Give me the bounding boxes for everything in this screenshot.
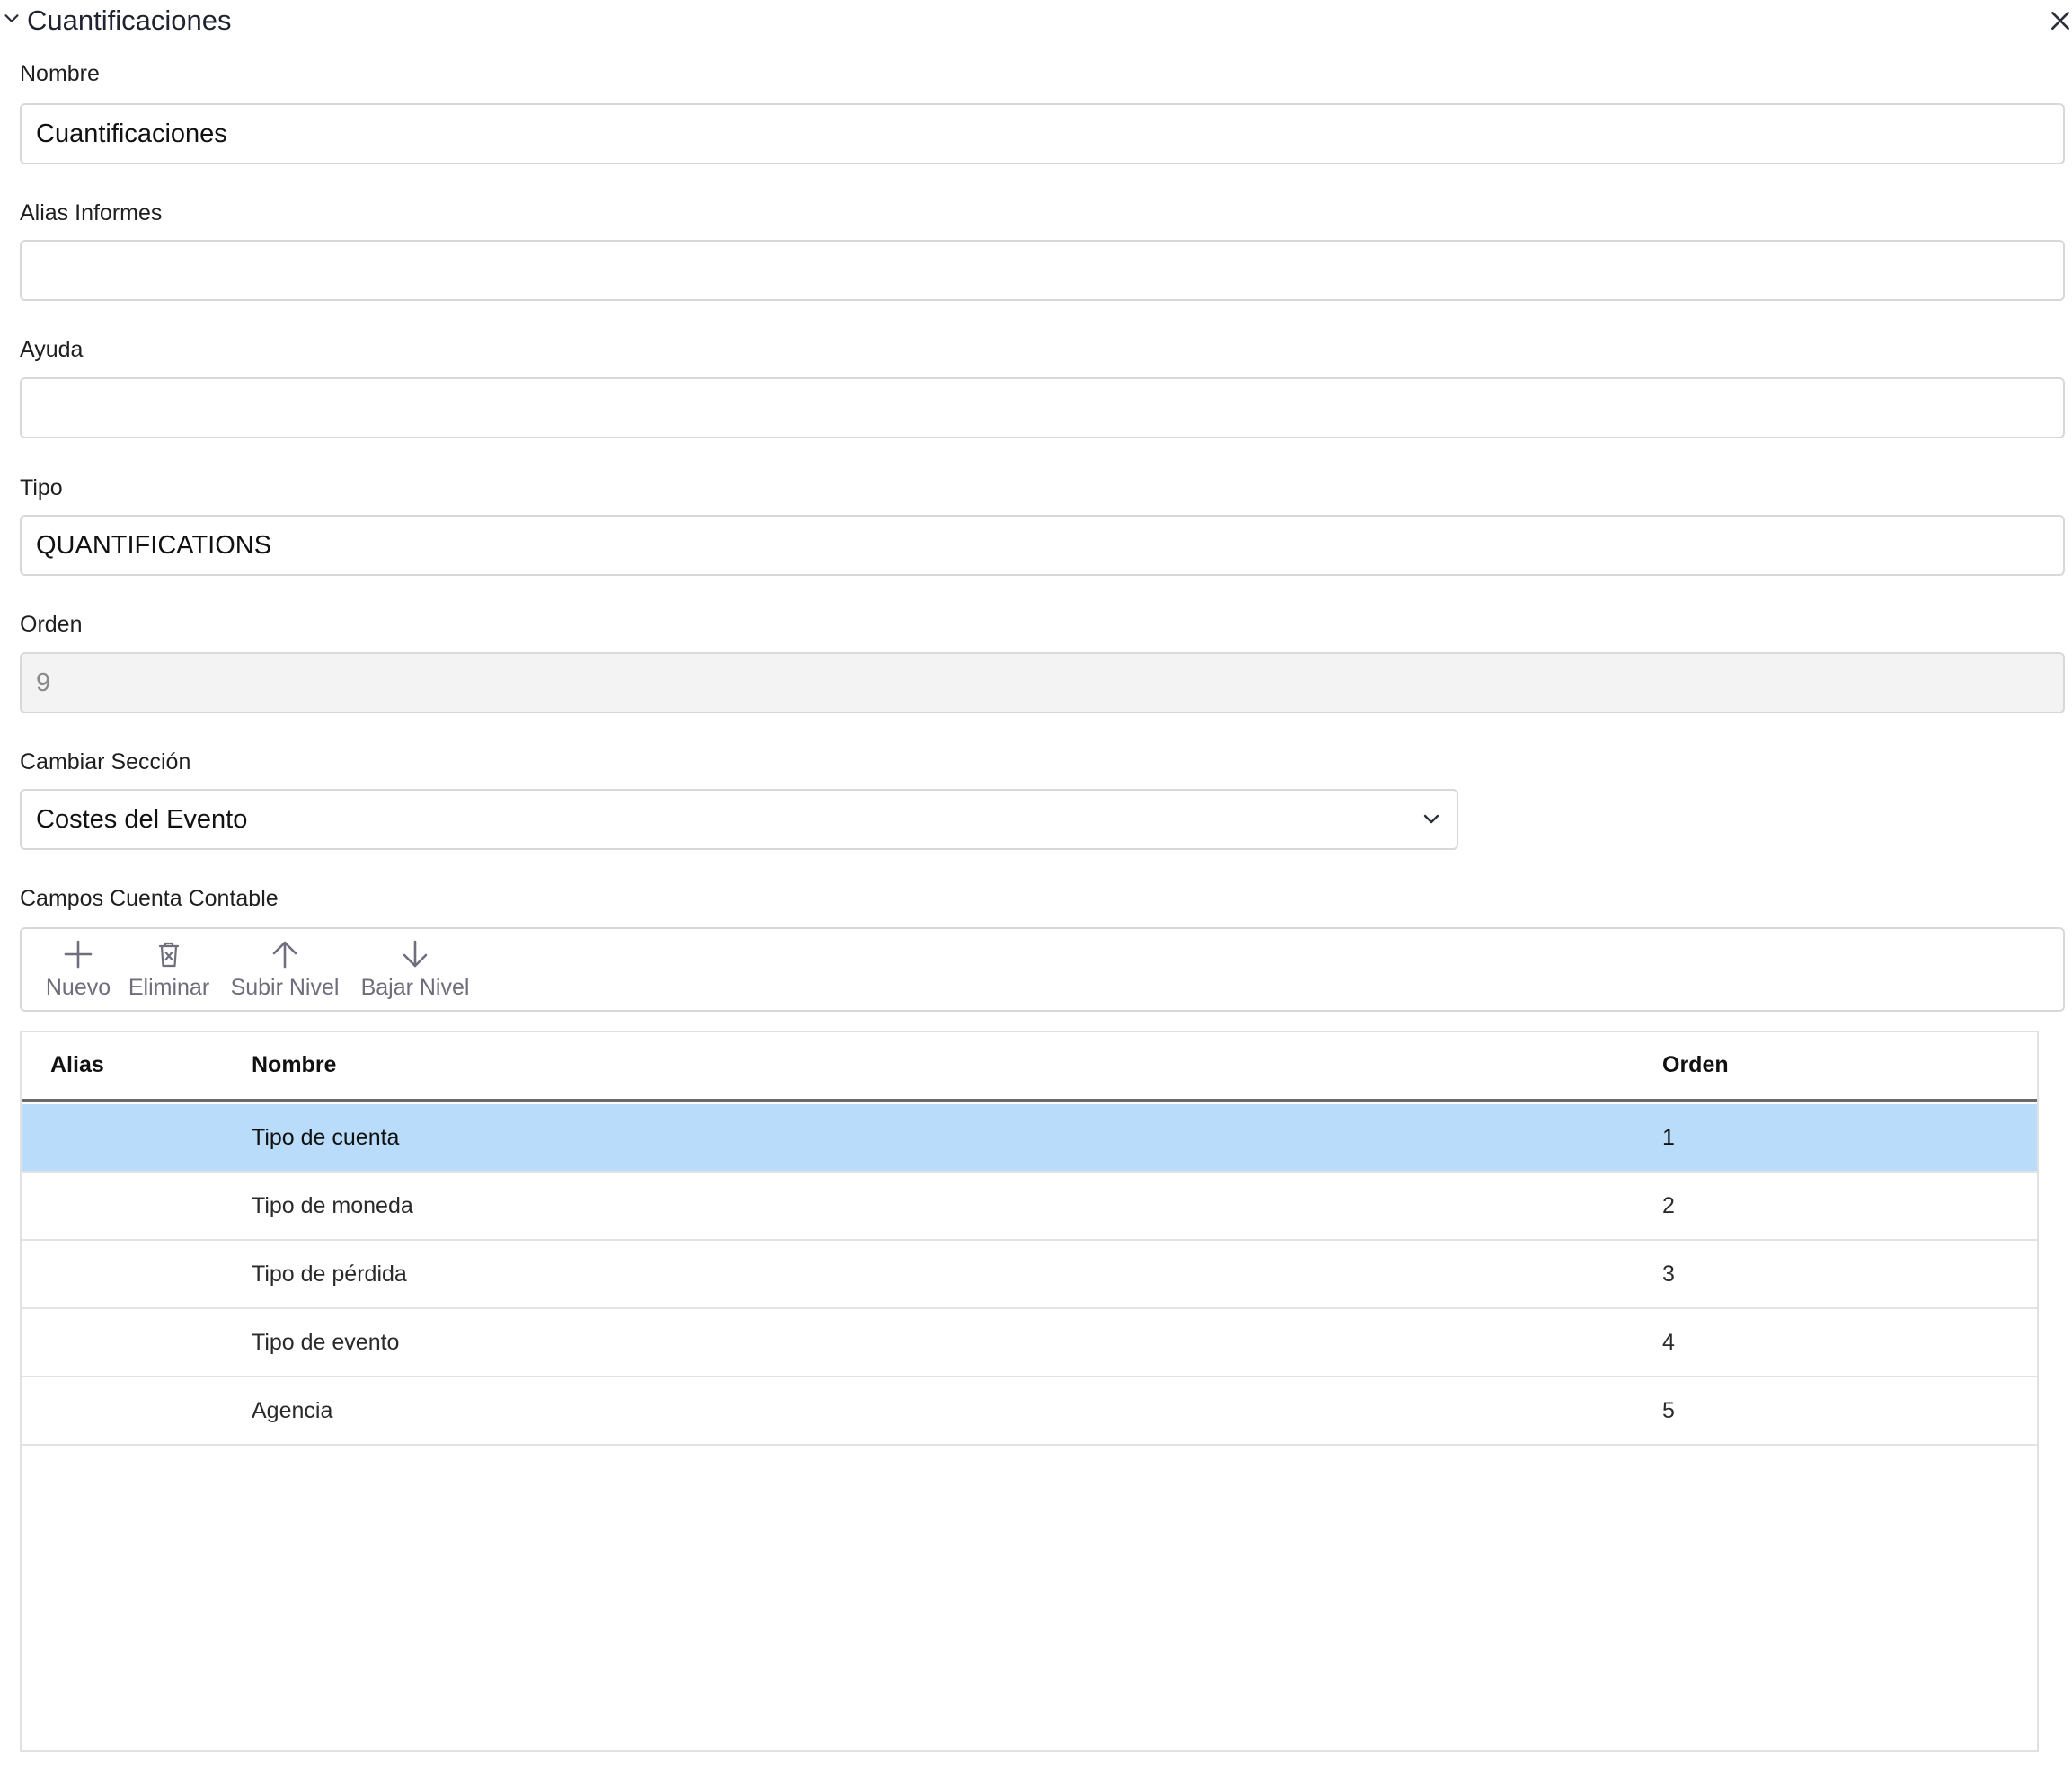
table-row[interactable]: Tipo de moneda 2	[22, 1173, 2037, 1241]
arrow-down-icon	[403, 940, 428, 968]
campos-grid: Alias Nombre Orden Tipo de cuenta 1 Tipo…	[20, 1031, 2039, 1752]
cell-orden: 3	[1662, 1261, 1675, 1287]
cell-nombre: Tipo de cuenta	[252, 1125, 400, 1150]
bajar-nivel-button[interactable]: Bajar Nivel	[356, 934, 474, 1008]
ayuda-label: Ayuda	[20, 337, 84, 362]
alias-informes-input[interactable]	[20, 240, 2065, 301]
chevron-down-icon	[1423, 814, 1439, 824]
tipo-label: Tipo	[20, 475, 63, 500]
cell-orden: 5	[1662, 1398, 1675, 1423]
cell-nombre: Tipo de moneda	[252, 1193, 413, 1218]
cell-orden: 4	[1662, 1330, 1675, 1355]
nombre-label: Nombre	[20, 61, 100, 86]
cambiar-seccion-value: Costes del Evento	[36, 805, 248, 834]
nuevo-button[interactable]: Nuevo	[41, 934, 115, 1008]
column-header-orden[interactable]: Orden	[1662, 1032, 1729, 1097]
table-row[interactable]: Tipo de evento 4	[22, 1309, 2037, 1377]
cell-nombre: Tipo de pérdida	[252, 1261, 407, 1287]
column-header-nombre[interactable]: Nombre	[252, 1032, 336, 1097]
grid-header: Alias Nombre Orden	[22, 1032, 2037, 1102]
campos-toolbar: Nuevo Eliminar Subir Nivel Bajar Nivel	[20, 927, 2065, 1012]
plus-icon	[64, 940, 93, 969]
campos-cuenta-contable-label: Campos Cuenta Contable	[20, 886, 279, 911]
tipo-input[interactable]	[20, 515, 2065, 576]
nuevo-label: Nuevo	[45, 975, 111, 1000]
chevron-down-icon[interactable]	[2, 9, 22, 29]
bajar-nivel-label: Bajar Nivel	[360, 975, 470, 1000]
cambiar-seccion-select[interactable]: Costes del Evento	[20, 789, 1458, 850]
nombre-input[interactable]	[20, 103, 2065, 164]
arrow-up-icon	[272, 941, 297, 969]
eliminar-button[interactable]: Eliminar	[124, 934, 214, 1008]
trash-icon	[158, 942, 180, 968]
subir-nivel-button[interactable]: Subir Nivel	[228, 934, 341, 1008]
column-header-alias[interactable]: Alias	[50, 1032, 104, 1097]
table-row[interactable]: Tipo de cuenta 1	[22, 1104, 2037, 1173]
orden-input	[20, 652, 2065, 713]
cell-orden: 1	[1662, 1125, 1675, 1150]
alias-informes-label: Alias Informes	[20, 200, 163, 226]
table-row[interactable]: Tipo de pérdida 3	[22, 1241, 2037, 1309]
subir-nivel-label: Subir Nivel	[230, 975, 340, 1000]
cambiar-seccion-label: Cambiar Sección	[20, 749, 191, 775]
ayuda-input[interactable]	[20, 377, 2065, 438]
panel-header: Cuantificaciones	[0, 0, 2072, 41]
cell-nombre: Agencia	[252, 1398, 333, 1423]
panel-title[interactable]: Cuantificaciones	[27, 4, 231, 38]
close-icon[interactable]	[2049, 9, 2072, 32]
cell-orden: 2	[1662, 1193, 1675, 1218]
eliminar-label: Eliminar	[128, 975, 210, 1000]
cuantificaciones-panel: Cuantificaciones Nombre Alias Informes A…	[0, 0, 2072, 1788]
table-row[interactable]: Agencia 5	[22, 1377, 2037, 1446]
cell-nombre: Tipo de evento	[252, 1330, 400, 1355]
orden-label: Orden	[20, 612, 83, 637]
